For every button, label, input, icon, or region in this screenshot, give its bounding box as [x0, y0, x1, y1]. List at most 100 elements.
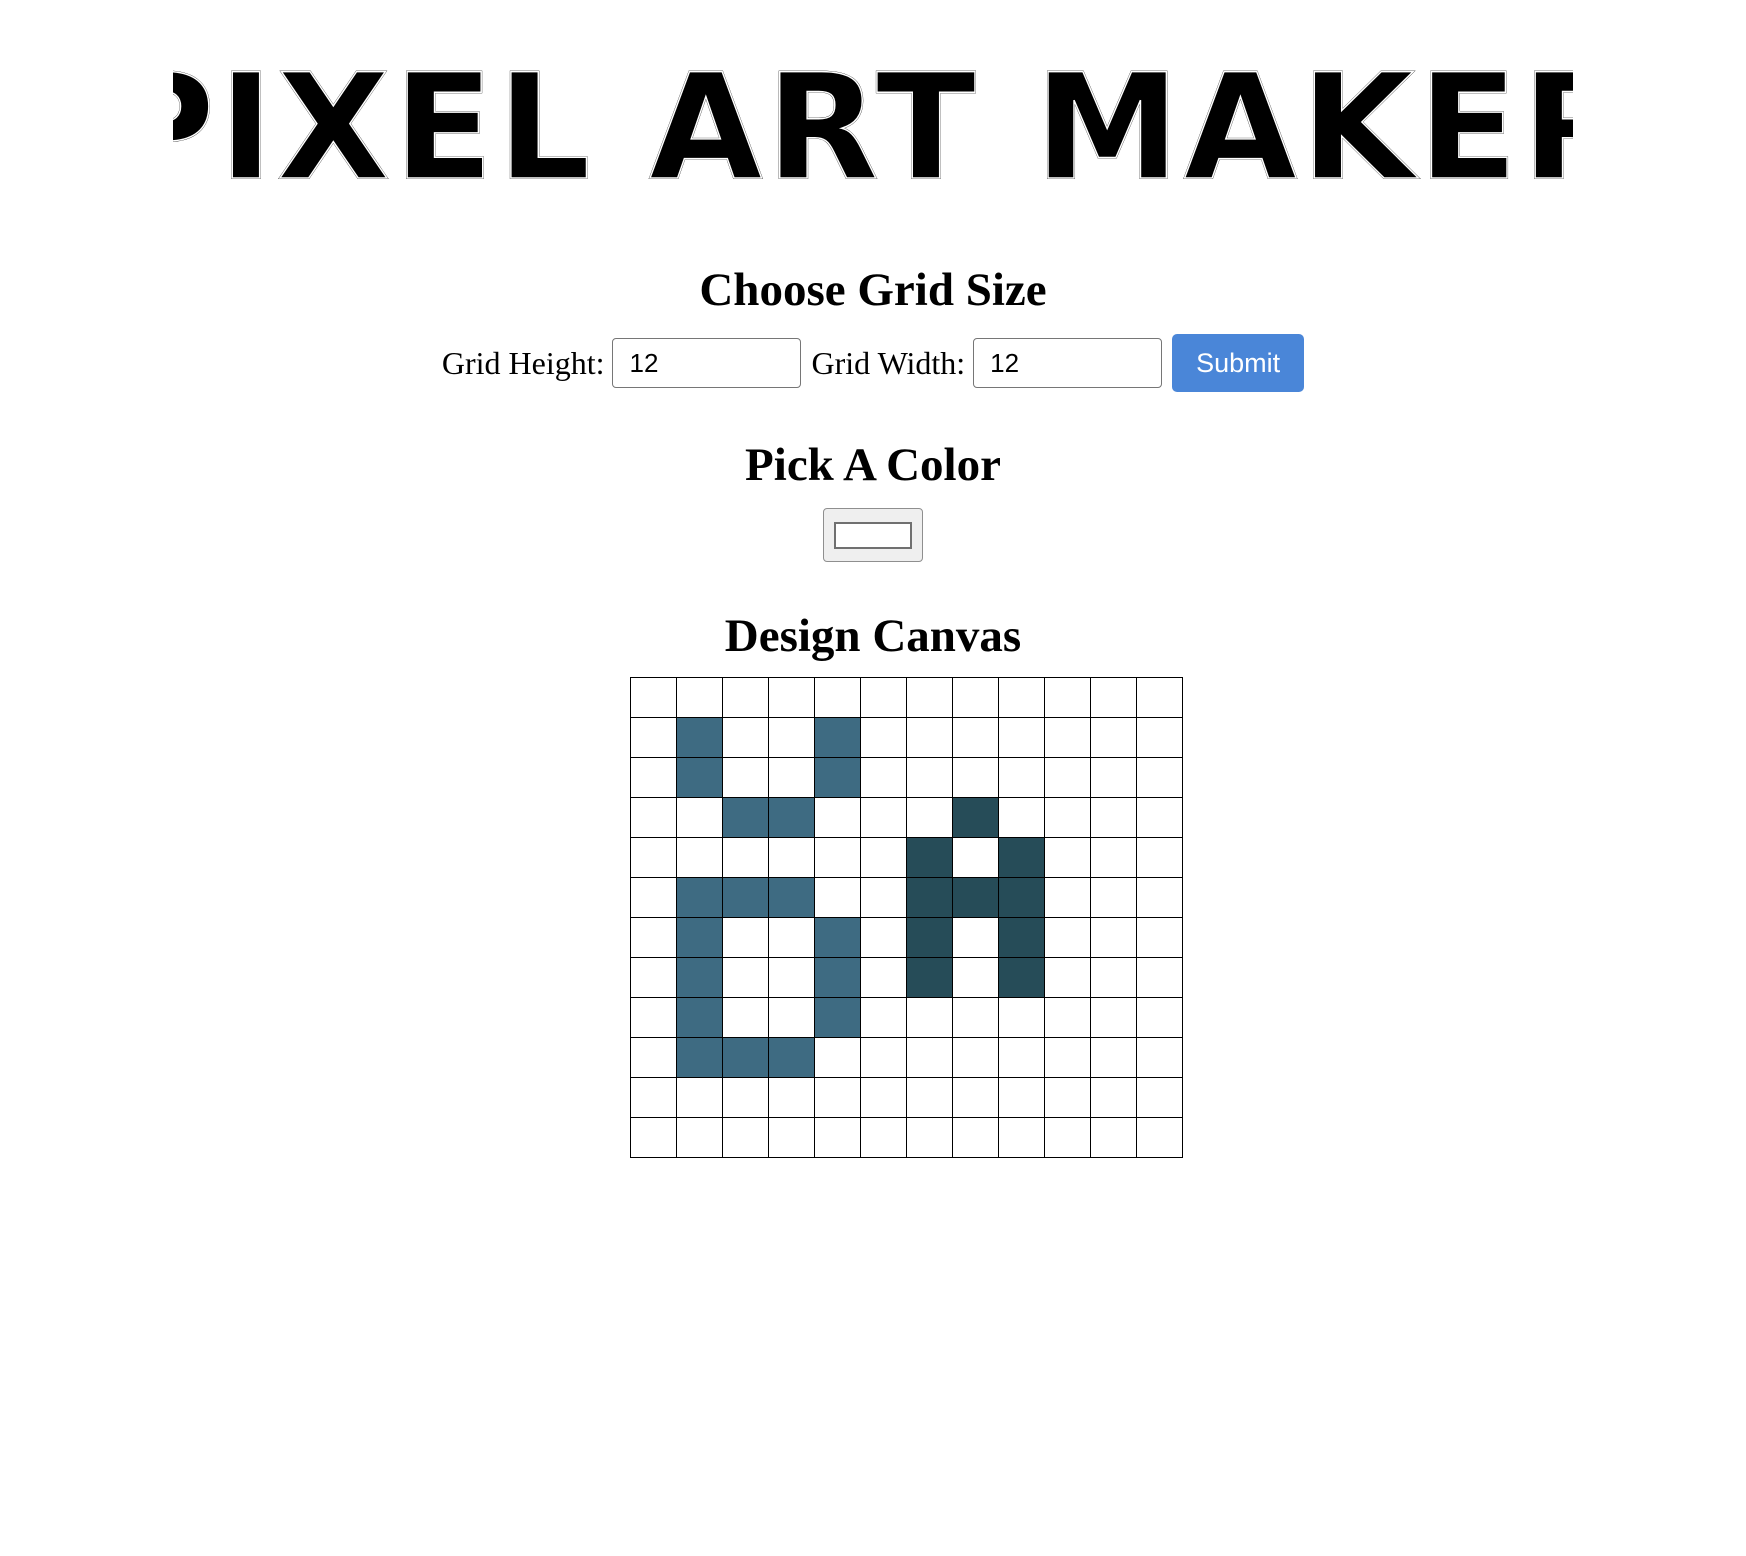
canvas-cell[interactable]: [1044, 1117, 1091, 1158]
canvas-cell[interactable]: [768, 797, 815, 838]
canvas-cell[interactable]: [814, 1117, 861, 1158]
canvas-cell[interactable]: [1044, 757, 1091, 798]
color-picker[interactable]: [823, 508, 923, 562]
canvas-cell[interactable]: [676, 997, 723, 1038]
canvas-cell[interactable]: [630, 757, 677, 798]
canvas-cell[interactable]: [1090, 877, 1137, 918]
canvas-cell[interactable]: [952, 1077, 999, 1118]
canvas-cell[interactable]: [630, 957, 677, 998]
canvas-cell[interactable]: [906, 797, 953, 838]
canvas-cell[interactable]: [722, 1117, 769, 1158]
canvas-cell[interactable]: [676, 757, 723, 798]
canvas-cell[interactable]: [1090, 1077, 1137, 1118]
canvas-cell[interactable]: [860, 877, 907, 918]
canvas-cell[interactable]: [676, 957, 723, 998]
canvas-cell[interactable]: [1090, 797, 1137, 838]
canvas-cell[interactable]: [676, 1077, 723, 1118]
canvas-cell[interactable]: [952, 757, 999, 798]
canvas-cell[interactable]: [952, 1037, 999, 1078]
canvas-cell[interactable]: [1090, 1037, 1137, 1078]
canvas-cell[interactable]: [768, 757, 815, 798]
canvas-cell[interactable]: [952, 917, 999, 958]
canvas-cell[interactable]: [1136, 837, 1183, 878]
canvas-cell[interactable]: [814, 997, 861, 1038]
canvas-cell[interactable]: [630, 797, 677, 838]
canvas-cell[interactable]: [768, 877, 815, 918]
canvas-cell[interactable]: [1136, 957, 1183, 998]
canvas-cell[interactable]: [860, 957, 907, 998]
canvas-cell[interactable]: [1044, 877, 1091, 918]
canvas-cell[interactable]: [722, 917, 769, 958]
canvas-cell[interactable]: [722, 1077, 769, 1118]
canvas-cell[interactable]: [768, 677, 815, 718]
canvas-cell[interactable]: [952, 997, 999, 1038]
canvas-cell[interactable]: [906, 837, 953, 878]
canvas-cell[interactable]: [630, 1037, 677, 1078]
canvas-cell[interactable]: [1044, 677, 1091, 718]
canvas-cell[interactable]: [630, 1117, 677, 1158]
pixel-canvas[interactable]: [630, 677, 1183, 1158]
canvas-cell[interactable]: [998, 1037, 1045, 1078]
canvas-cell[interactable]: [676, 837, 723, 878]
canvas-cell[interactable]: [998, 757, 1045, 798]
canvas-cell[interactable]: [722, 997, 769, 1038]
canvas-cell[interactable]: [998, 837, 1045, 878]
canvas-cell[interactable]: [1090, 717, 1137, 758]
canvas-cell[interactable]: [998, 1117, 1045, 1158]
canvas-cell[interactable]: [1136, 1077, 1183, 1118]
canvas-cell[interactable]: [998, 797, 1045, 838]
canvas-cell[interactable]: [722, 877, 769, 918]
canvas-cell[interactable]: [906, 717, 953, 758]
canvas-cell[interactable]: [722, 1037, 769, 1078]
canvas-cell[interactable]: [1136, 877, 1183, 918]
canvas-cell[interactable]: [768, 997, 815, 1038]
canvas-cell[interactable]: [630, 877, 677, 918]
submit-button[interactable]: Submit: [1172, 334, 1305, 392]
canvas-cell[interactable]: [630, 997, 677, 1038]
canvas-cell[interactable]: [676, 917, 723, 958]
canvas-cell[interactable]: [1090, 757, 1137, 798]
canvas-cell[interactable]: [1136, 677, 1183, 718]
canvas-cell[interactable]: [1044, 997, 1091, 1038]
canvas-cell[interactable]: [1044, 1037, 1091, 1078]
canvas-cell[interactable]: [906, 877, 953, 918]
canvas-cell[interactable]: [952, 717, 999, 758]
canvas-cell[interactable]: [860, 917, 907, 958]
canvas-cell[interactable]: [676, 1037, 723, 1078]
canvas-cell[interactable]: [676, 1117, 723, 1158]
canvas-cell[interactable]: [952, 797, 999, 838]
canvas-cell[interactable]: [860, 1117, 907, 1158]
canvas-cell[interactable]: [860, 677, 907, 718]
canvas-cell[interactable]: [1044, 1077, 1091, 1118]
canvas-cell[interactable]: [998, 877, 1045, 918]
canvas-cell[interactable]: [630, 1077, 677, 1118]
grid-height-input[interactable]: [612, 338, 802, 388]
canvas-cell[interactable]: [1136, 997, 1183, 1038]
canvas-cell[interactable]: [814, 717, 861, 758]
canvas-cell[interactable]: [630, 917, 677, 958]
canvas-cell[interactable]: [1044, 917, 1091, 958]
canvas-cell[interactable]: [814, 1037, 861, 1078]
canvas-cell[interactable]: [952, 877, 999, 918]
canvas-cell[interactable]: [722, 717, 769, 758]
canvas-cell[interactable]: [1090, 997, 1137, 1038]
canvas-cell[interactable]: [860, 997, 907, 1038]
canvas-cell[interactable]: [768, 837, 815, 878]
canvas-cell[interactable]: [906, 1037, 953, 1078]
canvas-cell[interactable]: [768, 1077, 815, 1118]
canvas-cell[interactable]: [722, 837, 769, 878]
canvas-cell[interactable]: [630, 717, 677, 758]
canvas-cell[interactable]: [814, 757, 861, 798]
canvas-cell[interactable]: [998, 957, 1045, 998]
canvas-cell[interactable]: [860, 1037, 907, 1078]
canvas-cell[interactable]: [814, 797, 861, 838]
canvas-cell[interactable]: [906, 957, 953, 998]
canvas-cell[interactable]: [814, 837, 861, 878]
canvas-cell[interactable]: [814, 957, 861, 998]
canvas-cell[interactable]: [906, 917, 953, 958]
canvas-cell[interactable]: [906, 997, 953, 1038]
canvas-cell[interactable]: [814, 677, 861, 718]
canvas-cell[interactable]: [630, 677, 677, 718]
canvas-cell[interactable]: [1136, 757, 1183, 798]
canvas-cell[interactable]: [676, 717, 723, 758]
